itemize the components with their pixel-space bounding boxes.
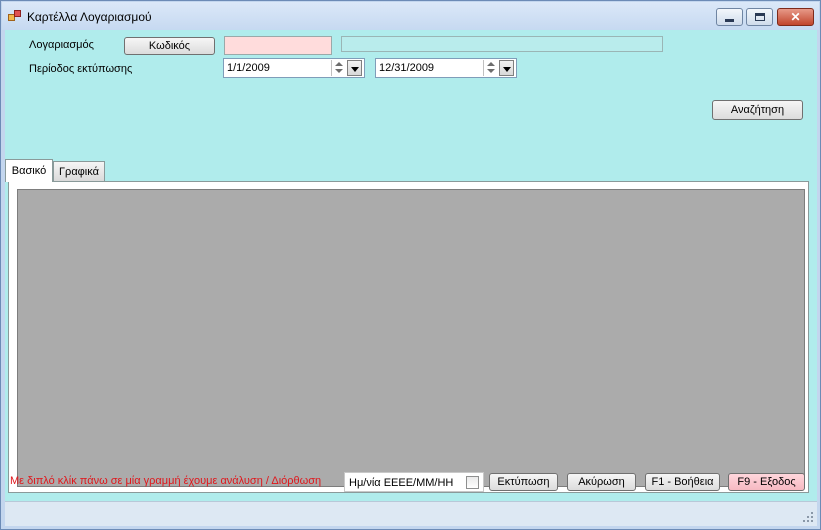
account-name-field [341,36,663,52]
date-format-checkbox[interactable] [466,476,479,489]
tab-panel-basic [8,181,809,493]
status-bar [5,501,817,526]
close-button[interactable]: ✕ [777,8,814,26]
minimize-icon [725,18,734,22]
maximize-button[interactable] [746,8,773,26]
search-button-label: Αναζήτηση [730,104,785,116]
form-client-area: Λογαριασμός Κωδικός Περίοδος εκτύπωσης 1… [5,30,817,526]
date-to-dropdown[interactable] [499,60,514,76]
date-from-spinner[interactable] [331,60,345,76]
date-to-value: 12/31/2009 [379,62,435,74]
tab-graphics-label: Γραφικά [59,165,99,178]
date-from-picker[interactable]: 1/1/2009 [223,58,365,78]
minimize-button[interactable] [716,8,743,26]
help-button-label: F1 - Βοήθεια [651,476,714,488]
exit-button[interactable]: F9 - Εξοδος [728,473,805,491]
tab-basic[interactable]: Βασικό [5,159,53,182]
date-to-spinner[interactable] [483,60,497,76]
date-from-value: 1/1/2009 [227,62,270,74]
tab-basic-label: Βασικό [11,165,47,177]
period-label: Περίοδος εκτύπωσης [29,63,133,75]
code-button[interactable]: Κωδικός [124,37,215,55]
cancel-button-label: Ακύρωση [578,476,625,488]
chevron-down-icon [351,67,359,72]
close-icon: ✕ [790,10,801,24]
maximize-icon [754,13,765,21]
spin-up-icon [335,62,343,66]
chevron-down-icon [503,67,511,72]
exit-button-label: F9 - Εξοδος [737,476,796,488]
account-card-window: Καρτέλλα Λογαριασμού ✕ Λογαριασμός Κωδικ… [0,0,821,530]
window-title: Καρτέλλα Λογαριασμού [27,10,152,24]
tab-graphics[interactable]: Γραφικά [53,161,105,181]
date-format-value: Ημ/νία ΕΕΕΕ/ΜΜ/ΗΗ [349,477,454,489]
spin-up-icon [487,62,495,66]
account-label: Λογαριασμός [29,39,94,51]
spin-down-icon [487,69,495,73]
search-button[interactable]: Αναζήτηση [712,100,803,120]
results-grid[interactable] [17,189,805,487]
resize-grip-icon[interactable] [802,511,814,523]
double-click-hint: Με διπλό κλίκ πάνω σε μία γραμμή έχουμε … [10,475,322,487]
app-icon [8,10,22,22]
date-from-dropdown[interactable] [347,60,362,76]
title-bar[interactable]: Καρτέλλα Λογαριασμού ✕ [2,2,819,30]
code-button-label: Κωδικός [148,40,191,52]
help-button[interactable]: F1 - Βοήθεια [645,473,720,491]
print-button[interactable]: Εκτύπωση [489,473,558,491]
account-code-field[interactable] [224,36,332,55]
print-button-label: Εκτύπωση [497,476,550,488]
date-to-picker[interactable]: 12/31/2009 [375,58,517,78]
date-format-field[interactable]: Ημ/νία ΕΕΕΕ/ΜΜ/ΗΗ [344,472,484,492]
spin-down-icon [335,69,343,73]
cancel-button[interactable]: Ακύρωση [567,473,636,491]
